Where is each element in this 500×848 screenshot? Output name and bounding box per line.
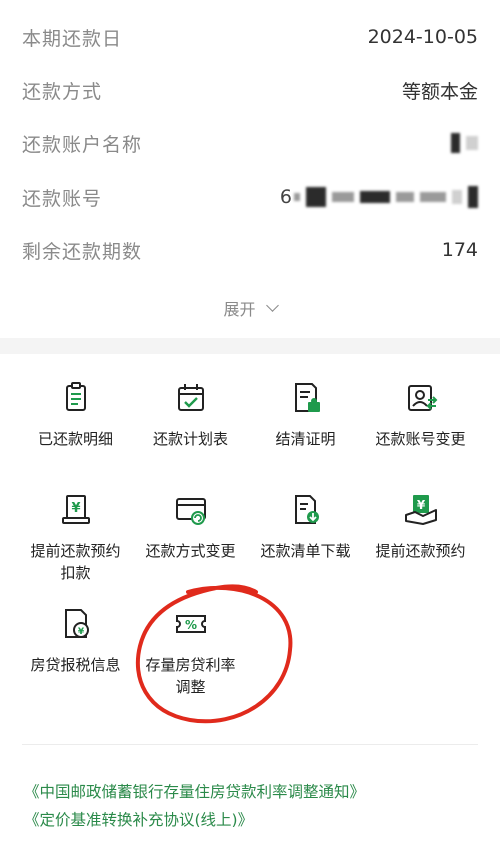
service-repayment-schedule[interactable]: 还款计划表 bbox=[128, 378, 253, 450]
detail-label: 剩余还款期数 bbox=[22, 240, 143, 263]
svg-text:¥: ¥ bbox=[416, 498, 425, 512]
detail-row-method: 还款方式 等额本金 bbox=[22, 75, 478, 105]
document-list-icon bbox=[65, 382, 86, 411]
yuan-receipt-icon: ¥ bbox=[61, 495, 90, 524]
detail-row-account-number: 还款账号 6 bbox=[22, 182, 478, 212]
expand-label: 展开 bbox=[223, 300, 256, 319]
detail-label: 还款方式 bbox=[22, 80, 103, 103]
service-repaid-details[interactable]: 已还款明细 bbox=[13, 378, 138, 450]
account-number-prefix: 6 bbox=[279, 186, 292, 208]
certificate-icon bbox=[294, 383, 320, 412]
detail-label: 还款账户名称 bbox=[22, 133, 143, 156]
service-label: 还款计划表 bbox=[152, 430, 228, 448]
redacted-account-number: 6 bbox=[280, 186, 478, 208]
calendar-check-icon bbox=[177, 384, 204, 411]
svg-text:¥: ¥ bbox=[71, 501, 80, 516]
service-label: 还款方式变更 bbox=[145, 542, 236, 560]
red-circle-annotation bbox=[135, 584, 293, 724]
service-label: 已还款明细 bbox=[37, 430, 113, 448]
pricing-benchmark-agreement-link[interactable]: 《定价基准转换补充协议(线上)》 bbox=[24, 808, 253, 830]
detail-row-account-name: 还款账户名称 bbox=[22, 128, 478, 158]
service-account-change[interactable]: 还款账号变更 bbox=[358, 378, 483, 450]
section-separator bbox=[0, 338, 500, 354]
detail-row-due-date: 本期还款日 2024-10-05 bbox=[22, 22, 478, 52]
redacted-account-name bbox=[451, 133, 478, 153]
service-label: 提前还款预约 扣款 bbox=[30, 542, 121, 582]
file-download-icon bbox=[294, 495, 319, 524]
tax-document-icon: ¥ bbox=[64, 609, 89, 638]
expand-toggle[interactable]: 展开 bbox=[0, 296, 500, 320]
service-early-repayment-deduction[interactable]: ¥ 提前还款预约 扣款 bbox=[13, 490, 138, 584]
service-tax-info[interactable]: ¥ 房贷报税信息 bbox=[13, 604, 138, 676]
account-change-icon bbox=[407, 385, 437, 411]
service-label: 房贷报税信息 bbox=[30, 656, 121, 674]
detail-label: 还款账号 bbox=[22, 187, 103, 210]
detail-value: 174 bbox=[441, 239, 478, 261]
service-method-change[interactable]: 还款方式变更 bbox=[128, 490, 253, 562]
service-early-repayment[interactable]: ¥ 提前还款预约 bbox=[358, 490, 483, 562]
detail-value: 等额本金 bbox=[401, 80, 478, 103]
detail-row-remaining-terms: 剩余还款期数 174 bbox=[22, 235, 478, 265]
detail-value: 2024-10-05 bbox=[367, 26, 478, 48]
service-statement-download[interactable]: 还款清单下载 bbox=[243, 490, 368, 562]
service-label: 还款账号变更 bbox=[375, 430, 466, 448]
service-label: 提前还款预约 bbox=[375, 542, 466, 560]
card-refresh-icon bbox=[175, 498, 206, 525]
service-payoff-certificate[interactable]: 结清证明 bbox=[243, 378, 368, 450]
service-label: 还款清单下载 bbox=[260, 542, 351, 560]
rate-adjustment-notice-link[interactable]: 《中国邮政储蓄银行存量住房贷款利率调整通知》 bbox=[24, 780, 365, 802]
yuan-hand-icon: ¥ bbox=[404, 495, 437, 525]
svg-text:¥: ¥ bbox=[77, 627, 84, 637]
links-divider bbox=[22, 744, 478, 745]
service-label: 结清证明 bbox=[275, 430, 336, 448]
chevron-down-icon bbox=[265, 299, 279, 312]
detail-label: 本期还款日 bbox=[22, 27, 123, 50]
